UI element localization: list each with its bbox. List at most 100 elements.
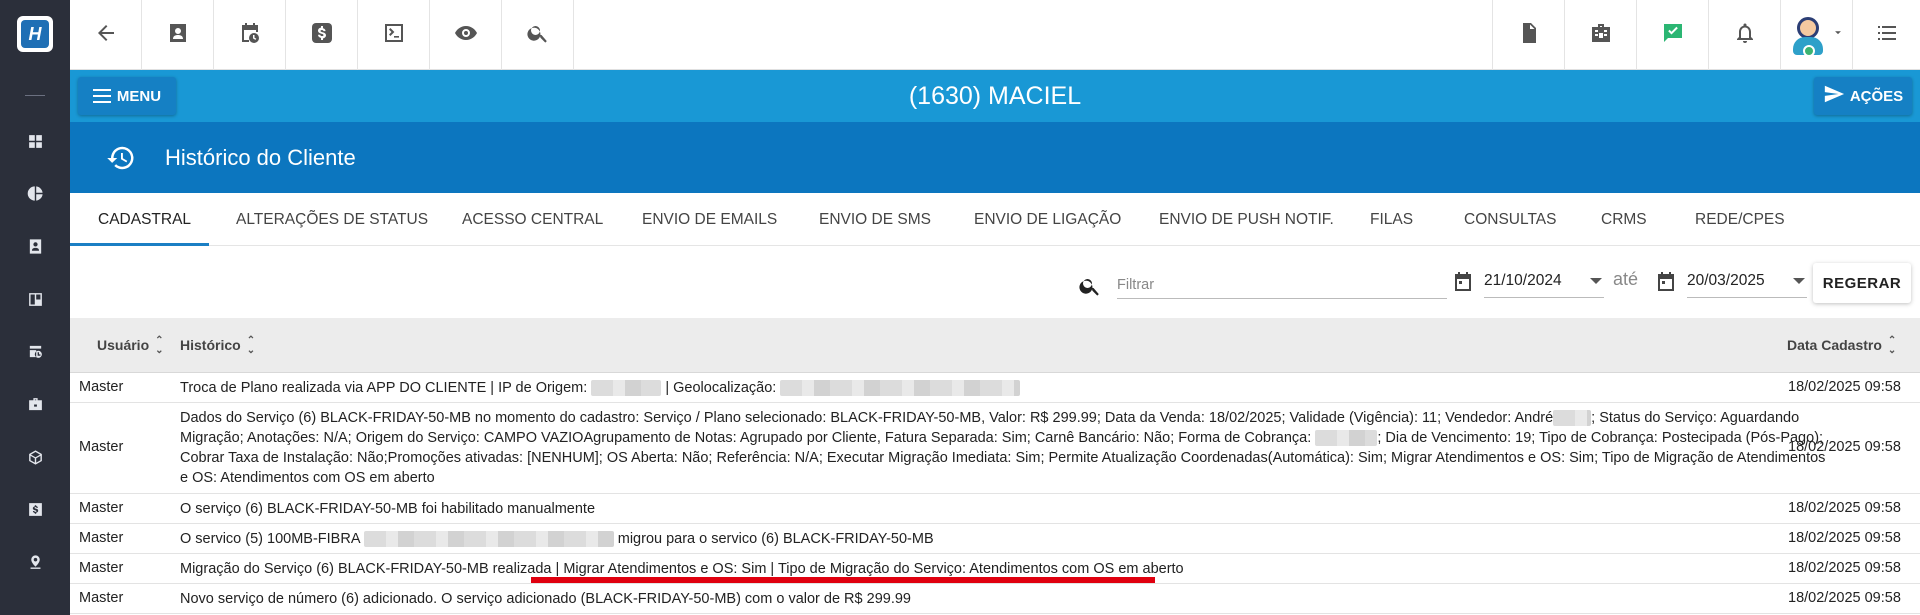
schedule-button[interactable]	[214, 0, 286, 70]
terminal-button[interactable]	[358, 0, 430, 70]
cube-icon[interactable]	[25, 447, 45, 467]
calendar-icon	[1654, 270, 1678, 294]
chat-check-button[interactable]	[1636, 0, 1708, 70]
calendar-icon	[1451, 270, 1475, 294]
row-history: Troca de Plano realizada via APP DO CLIE…	[180, 378, 1830, 398]
table-row[interactable]: Master Novo serviço de número (6) adicio…	[70, 584, 1920, 614]
row-history: Novo serviço de número (6) adicionado. O…	[180, 591, 911, 607]
tab-bar: CADASTRAL ALTERAÇÕES DE STATUS ACESSO CE…	[70, 193, 1920, 246]
app-logo[interactable]: H	[17, 16, 53, 52]
tab-envio-de-sms[interactable]: ENVIO DE SMS	[819, 193, 931, 246]
back-button[interactable]	[70, 0, 142, 70]
user-menu-button[interactable]	[1780, 0, 1852, 70]
chevron-down-icon	[1831, 26, 1845, 45]
logo-mark: H	[21, 20, 49, 48]
tab-envio-de-emails[interactable]: ENVIO DE EMAILS	[642, 193, 777, 246]
tab-crms[interactable]: CRMS	[1601, 193, 1647, 246]
finance-button[interactable]	[286, 0, 358, 70]
back-arrow-icon	[94, 21, 118, 50]
contact-card-button[interactable]	[142, 0, 214, 70]
page-title-bar: Histórico do Cliente	[70, 122, 1920, 193]
redacted-geolocation	[780, 380, 1021, 397]
left-sidebar: H	[0, 0, 70, 615]
chevron-down-icon	[1793, 278, 1805, 284]
row-history: Migração do Serviço (6) BLACK-FRIDAY-50-…	[180, 561, 1184, 577]
column-label: Histórico	[180, 337, 241, 353]
dollar-icon[interactable]	[25, 499, 45, 519]
eye-icon	[454, 21, 478, 50]
row-user: Master	[79, 500, 124, 516]
view-button[interactable]	[430, 0, 502, 70]
redacted-text	[363, 531, 614, 548]
column-header-data-cadastro[interactable]: Data Cadastro ⌃ ⌄	[1787, 318, 1896, 373]
history-text: | Geolocalização:	[665, 380, 777, 396]
history-text: Dados do Serviço (6) BLACK-FRIDAY-50-MB …	[180, 410, 1554, 426]
table-row[interactable]: Master Troca de Plano realizada via APP …	[70, 373, 1920, 403]
chat-check-icon	[1661, 21, 1685, 50]
building-button[interactable]	[1564, 0, 1636, 70]
tab-acesso-central[interactable]: ACESSO CENTRAL	[462, 193, 603, 246]
highlight-underline	[531, 577, 1155, 583]
search-button[interactable]	[502, 0, 574, 70]
hamburger-icon	[92, 89, 111, 103]
pie-chart-icon[interactable]	[25, 183, 45, 203]
row-date: 18/02/2025 09:58	[1788, 379, 1901, 395]
pdf-button[interactable]	[1492, 0, 1564, 70]
tab-consultas[interactable]: CONSULTAS	[1464, 193, 1556, 246]
column-header-usuario[interactable]: Usuário ⌃ ⌄	[97, 318, 164, 373]
sort-icon: ⌃ ⌄	[246, 335, 256, 357]
row-date: 18/02/2025 09:58	[1788, 590, 1901, 606]
terminal-icon	[382, 21, 406, 50]
calendar-clock-icon[interactable]	[25, 341, 45, 361]
map-pin-icon[interactable]	[25, 552, 45, 572]
date-from-field[interactable]: 21/10/2024	[1484, 268, 1604, 298]
search-icon	[526, 21, 550, 50]
pdf-icon	[1517, 21, 1541, 50]
history-line: Dados do Serviço (6) BLACK-FRIDAY-50-MB …	[180, 408, 1830, 428]
list-menu-button[interactable]	[1852, 0, 1920, 70]
page-title: Histórico do Cliente	[165, 145, 356, 170]
contact-icon[interactable]	[25, 236, 45, 256]
table-row[interactable]: Master O serviço (6) BLACK-FRIDAY-50-MB …	[70, 494, 1920, 524]
redacted-payment-method	[1315, 430, 1378, 447]
history-line: e OS: Atendimentos com OS em aberto	[180, 470, 435, 486]
avatar	[1789, 13, 1827, 57]
calendar-clock-icon	[238, 21, 262, 50]
sidebar-divider	[25, 95, 45, 96]
row-date: 18/02/2025 09:58	[1788, 500, 1901, 516]
bell-icon	[1733, 21, 1757, 50]
menu-button[interactable]: MENU	[78, 77, 176, 115]
date-to-value: 20/03/2025	[1687, 272, 1765, 289]
notifications-button[interactable]	[1708, 0, 1780, 70]
chevron-down-icon	[1590, 278, 1602, 284]
redacted-ip	[591, 380, 662, 397]
building-icon	[1589, 21, 1613, 50]
column-header-historico[interactable]: Histórico ⌃ ⌄	[180, 318, 255, 373]
tab-alteracoes-de-status[interactable]: ALTERAÇÕES DE STATUS	[236, 193, 428, 246]
acoes-button[interactable]: AÇÕES	[1814, 77, 1912, 115]
dashboard-icon[interactable]	[25, 131, 45, 151]
filter-input[interactable]	[1117, 272, 1447, 299]
active-tab-indicator	[70, 243, 209, 246]
board-icon[interactable]	[25, 289, 45, 309]
history-text: ; Dia de Vencimento: 19; Tipo de Cobranç…	[1377, 430, 1824, 446]
send-icon	[1823, 83, 1845, 109]
tab-rede-cpes[interactable]: REDE/CPES	[1695, 193, 1785, 246]
tab-envio-de-ligacao[interactable]: ENVIO DE LIGAÇÃO	[974, 193, 1121, 246]
history-text: O servico (5) 100MB-FIBRA	[180, 531, 360, 547]
date-to-field[interactable]: 20/03/2025	[1687, 268, 1807, 298]
menu-label: MENU	[116, 87, 162, 105]
tab-filas[interactable]: FILAS	[1370, 193, 1413, 246]
row-user: Master	[79, 590, 124, 606]
briefcase-icon[interactable]	[25, 394, 45, 414]
regerar-button[interactable]: REGERAR	[1813, 263, 1911, 303]
tab-envio-de-push-notif[interactable]: ENVIO DE PUSH NOTIF.	[1159, 193, 1334, 246]
redacted-vendor	[1553, 410, 1592, 427]
sort-icon: ⌃ ⌄	[1887, 335, 1897, 357]
row-user: Master	[79, 439, 124, 455]
table-row[interactable]: Master Dados do Serviço (6) BLACK-FRIDAY…	[70, 403, 1920, 494]
list-icon	[1875, 21, 1899, 50]
client-title: (1630) MACIEL	[908, 82, 1082, 110]
tab-cadastral[interactable]: CADASTRAL	[98, 193, 191, 246]
table-row[interactable]: Master O servico (5) 100MB-FIBRA migrou …	[70, 524, 1920, 554]
